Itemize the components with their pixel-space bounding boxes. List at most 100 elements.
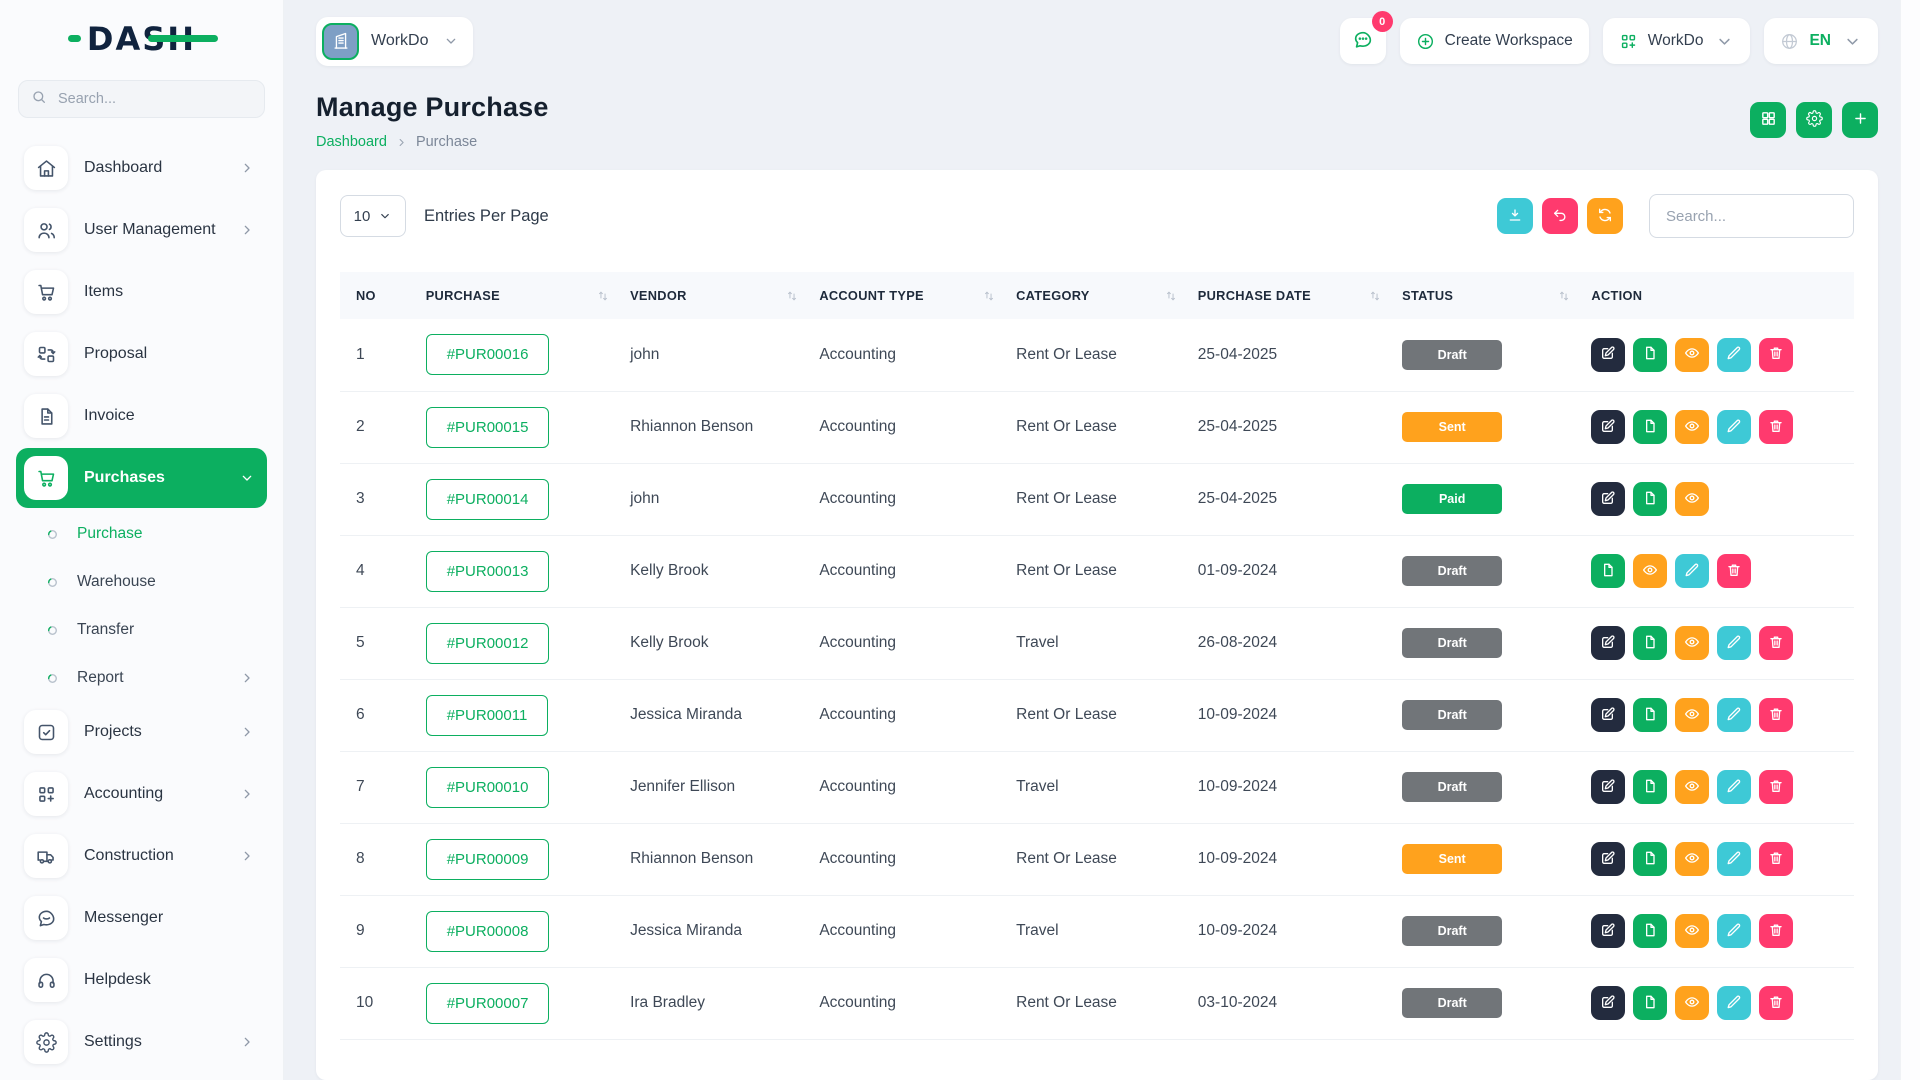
sidebar-item-projects[interactable]: Projects: [16, 702, 267, 762]
sidebar-item-purchases[interactable]: Purchases: [16, 448, 267, 508]
action-eye-button[interactable]: [1675, 626, 1709, 660]
purchase-id-badge[interactable]: #PUR00009: [426, 839, 550, 880]
settings-button[interactable]: [1796, 102, 1832, 138]
purchase-id-badge[interactable]: #PUR00010: [426, 767, 550, 808]
action-file-button[interactable]: [1591, 554, 1625, 588]
action-file-button[interactable]: [1633, 626, 1667, 660]
action-edit-square-button[interactable]: [1591, 338, 1625, 372]
sort-icon[interactable]: [596, 289, 610, 303]
scrollbar[interactable]: [1900, 0, 1920, 1080]
action-trash-button[interactable]: [1759, 986, 1793, 1020]
sidebar-item-invoice[interactable]: Invoice: [16, 386, 267, 446]
sidebar-item-accounting[interactable]: Accounting: [16, 764, 267, 824]
action-edit-square-button[interactable]: [1591, 842, 1625, 876]
action-trash-button[interactable]: [1717, 554, 1751, 588]
action-file-button[interactable]: [1633, 842, 1667, 876]
add-purchase-button[interactable]: [1842, 102, 1878, 138]
column-header-account-type[interactable]: ACCOUNT TYPE: [809, 272, 1006, 319]
purchase-id-badge[interactable]: #PUR00011: [426, 695, 549, 736]
action-file-button[interactable]: [1633, 914, 1667, 948]
action-pencil-button[interactable]: [1717, 338, 1751, 372]
language-selector[interactable]: EN: [1764, 18, 1878, 64]
workspace-selector[interactable]: WorkDo: [316, 17, 473, 66]
action-trash-button[interactable]: [1759, 410, 1793, 444]
action-pencil-button[interactable]: [1717, 842, 1751, 876]
action-file-button[interactable]: [1633, 698, 1667, 732]
sidebar-search-input[interactable]: [56, 90, 252, 108]
sort-icon[interactable]: [982, 289, 996, 303]
action-eye-button[interactable]: [1675, 842, 1709, 876]
refresh-button[interactable]: [1587, 198, 1623, 234]
sidebar-subitem-purchase[interactable]: Purchase: [16, 510, 267, 558]
sort-icon[interactable]: [1164, 289, 1178, 303]
action-trash-button[interactable]: [1759, 698, 1793, 732]
action-eye-button[interactable]: [1675, 914, 1709, 948]
column-header-vendor[interactable]: VENDOR: [620, 272, 809, 319]
sidebar-item-items[interactable]: Items: [16, 262, 267, 322]
grid-view-button[interactable]: [1750, 102, 1786, 138]
action-eye-button[interactable]: [1675, 770, 1709, 804]
brand-logo[interactable]: DASH: [0, 0, 283, 78]
purchase-id-badge[interactable]: #PUR00014: [426, 479, 550, 520]
action-edit-square-button[interactable]: [1591, 770, 1625, 804]
action-trash-button[interactable]: [1759, 770, 1793, 804]
action-trash-button[interactable]: [1759, 626, 1793, 660]
reset-button[interactable]: [1542, 198, 1578, 234]
sidebar-item-construction[interactable]: Construction: [16, 826, 267, 886]
action-trash-button[interactable]: [1759, 338, 1793, 372]
sidebar-item-messenger[interactable]: Messenger: [16, 888, 267, 948]
purchase-id-badge[interactable]: #PUR00008: [426, 911, 550, 952]
sidebar-subitem-warehouse[interactable]: Warehouse: [16, 558, 267, 606]
action-eye-button[interactable]: [1675, 410, 1709, 444]
action-pencil-button[interactable]: [1717, 770, 1751, 804]
sidebar-subitem-transfer[interactable]: Transfer: [16, 606, 267, 654]
sort-icon[interactable]: [785, 289, 799, 303]
action-edit-square-button[interactable]: [1591, 986, 1625, 1020]
action-pencil-button[interactable]: [1675, 554, 1709, 588]
export-button[interactable]: [1497, 198, 1533, 234]
action-eye-button[interactable]: [1675, 338, 1709, 372]
sidebar-item-dashboard[interactable]: Dashboard: [16, 138, 267, 198]
sidebar-subitem-report[interactable]: Report: [16, 654, 267, 702]
action-pencil-button[interactable]: [1717, 410, 1751, 444]
action-file-button[interactable]: [1633, 986, 1667, 1020]
action-edit-square-button[interactable]: [1591, 914, 1625, 948]
column-header-category[interactable]: CATEGORY: [1006, 272, 1188, 319]
action-file-button[interactable]: [1633, 482, 1667, 516]
action-eye-button[interactable]: [1675, 986, 1709, 1020]
action-edit-square-button[interactable]: [1591, 410, 1625, 444]
purchase-id-badge[interactable]: #PUR00012: [426, 623, 550, 664]
action-edit-square-button[interactable]: [1591, 482, 1625, 516]
purchase-id-badge[interactable]: #PUR00015: [426, 407, 550, 448]
column-header-purchase-date[interactable]: PURCHASE DATE: [1188, 272, 1392, 319]
create-workspace-button[interactable]: Create Workspace: [1400, 18, 1589, 64]
sidebar-item-user-management[interactable]: User Management: [16, 200, 267, 260]
purchase-id-badge[interactable]: #PUR00007: [426, 983, 550, 1024]
purchase-id-badge[interactable]: #PUR00013: [426, 551, 550, 592]
action-file-button[interactable]: [1633, 770, 1667, 804]
action-eye-button[interactable]: [1633, 554, 1667, 588]
sidebar-item-settings[interactable]: Settings: [16, 1012, 267, 1072]
chat-button[interactable]: 0: [1340, 18, 1386, 64]
action-file-button[interactable]: [1633, 338, 1667, 372]
sidebar-item-helpdesk[interactable]: Helpdesk: [16, 950, 267, 1010]
sort-icon[interactable]: [1368, 289, 1382, 303]
breadcrumb-dashboard-link[interactable]: Dashboard: [316, 134, 387, 150]
action-trash-button[interactable]: [1759, 842, 1793, 876]
action-edit-square-button[interactable]: [1591, 626, 1625, 660]
user-menu[interactable]: WorkDo: [1603, 18, 1751, 64]
purchase-id-badge[interactable]: #PUR00016: [426, 334, 550, 375]
action-trash-button[interactable]: [1759, 914, 1793, 948]
sidebar-item-proposal[interactable]: Proposal: [16, 324, 267, 384]
entries-per-page-select[interactable]: 10: [340, 195, 406, 237]
action-edit-square-button[interactable]: [1591, 698, 1625, 732]
table-search-input[interactable]: [1649, 194, 1854, 238]
column-header-purchase[interactable]: PURCHASE: [416, 272, 620, 319]
column-header-status[interactable]: STATUS: [1392, 272, 1581, 319]
action-pencil-button[interactable]: [1717, 698, 1751, 732]
sort-icon[interactable]: [1557, 289, 1571, 303]
action-pencil-button[interactable]: [1717, 914, 1751, 948]
action-pencil-button[interactable]: [1717, 626, 1751, 660]
action-file-button[interactable]: [1633, 410, 1667, 444]
action-eye-button[interactable]: [1675, 482, 1709, 516]
